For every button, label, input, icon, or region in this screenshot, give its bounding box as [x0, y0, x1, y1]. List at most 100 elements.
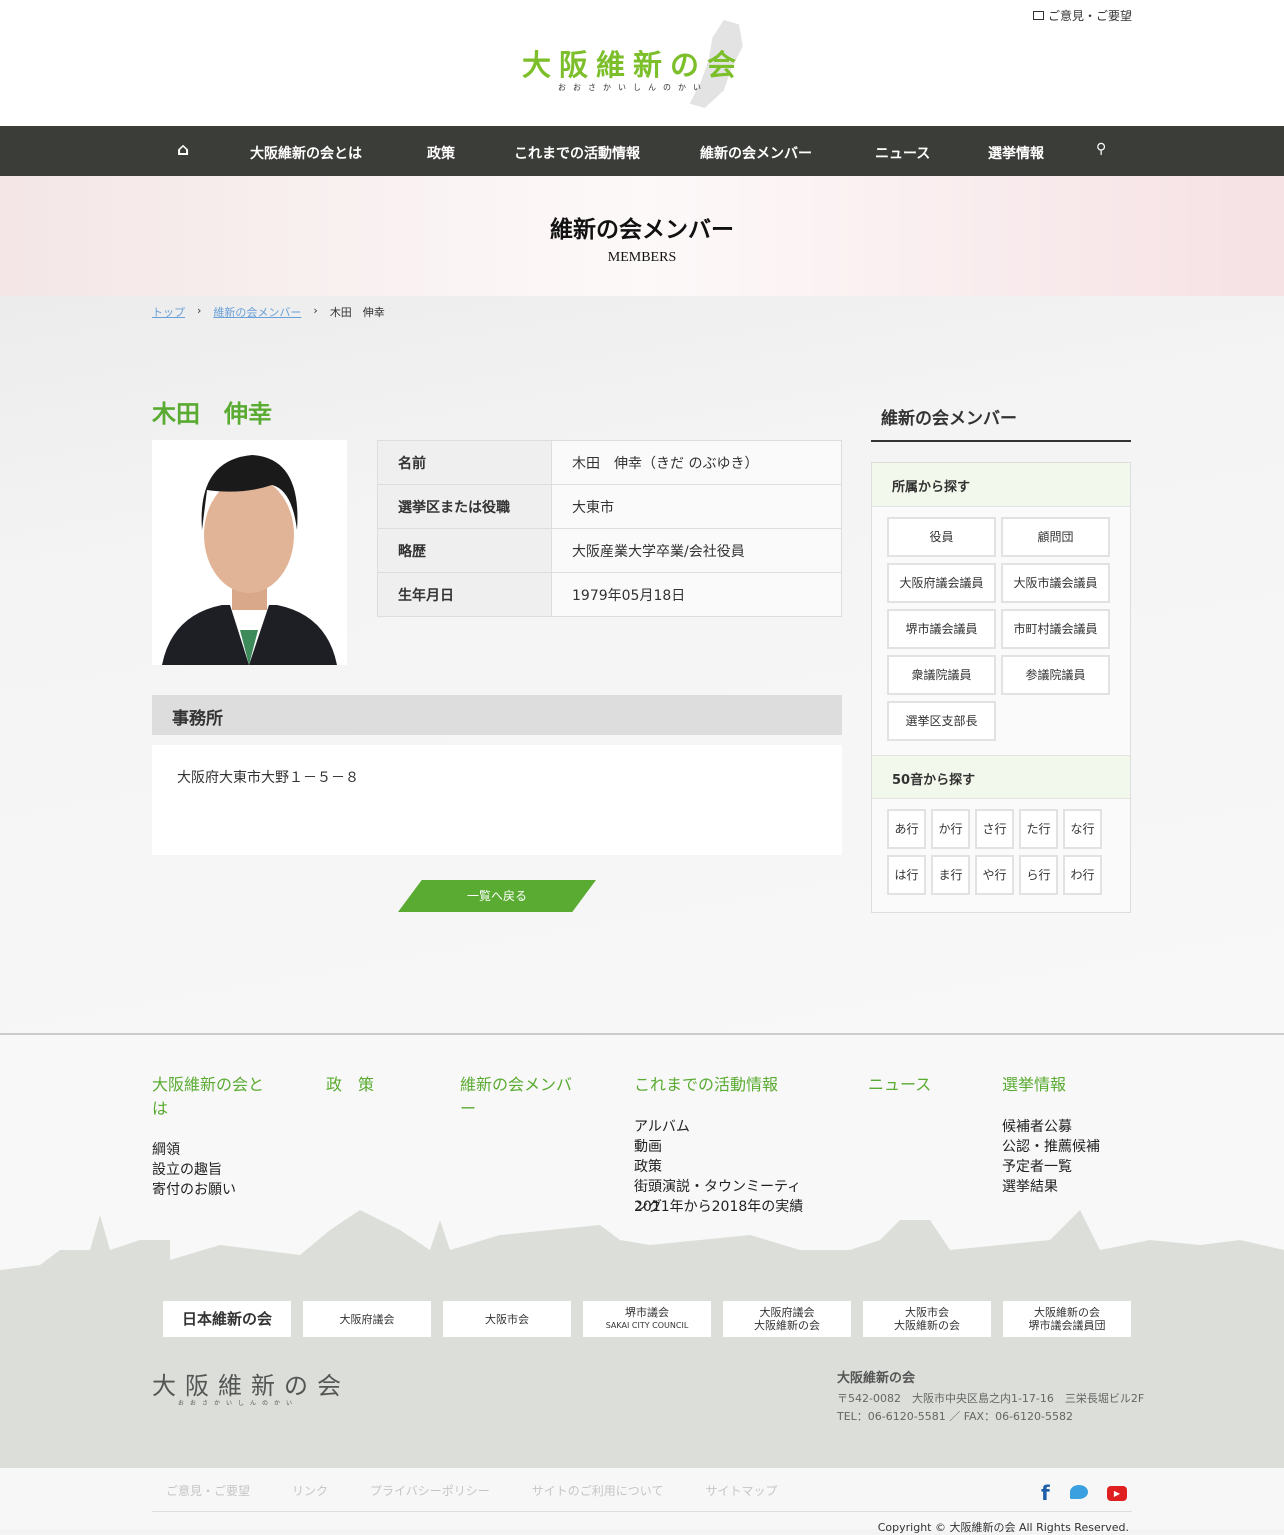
- banner-text: SAKAI CITY COUNCIL: [605, 1321, 689, 1330]
- breadcrumb-members[interactable]: 維新の会メンバー: [213, 304, 301, 320]
- kana-button[interactable]: ま行: [931, 855, 970, 895]
- banner-text: 堺市議会: [625, 1306, 669, 1319]
- city-skyline-illustration: [0, 1210, 1284, 1290]
- footer-logo-sub: おおさかいしんのかい: [178, 1400, 299, 1407]
- search-icon[interactable]: ⚲: [1096, 141, 1106, 157]
- home-icon[interactable]: ⌂: [177, 140, 189, 160]
- group-button[interactable]: 選挙区支部長: [887, 701, 996, 741]
- footer-col-title[interactable]: 政 策: [326, 1073, 406, 1097]
- banner-text: 大阪維新の会: [754, 1319, 820, 1332]
- nav-about[interactable]: 大阪維新の会とは: [250, 143, 362, 163]
- banner-text: 日本維新の会: [181, 1309, 272, 1328]
- group-search-heading: 所属から探す: [872, 463, 1130, 507]
- bottom-link[interactable]: サイトのご利用について: [532, 1482, 664, 1499]
- nav-policy[interactable]: 政策: [427, 143, 455, 163]
- kana-button[interactable]: や行: [975, 855, 1014, 895]
- row-value: 大東市: [551, 484, 842, 529]
- partner-banner[interactable]: 大阪府議会 大阪維新の会: [723, 1301, 851, 1337]
- group-button[interactable]: 大阪市議会議員: [1001, 563, 1110, 603]
- footer-link[interactable]: 公認・推薦候補: [1002, 1137, 1122, 1157]
- copyright: Copyright © 大阪維新の会 All Rights Reserved.: [877, 1521, 1129, 1534]
- org-name: 大阪維新の会: [837, 1371, 916, 1386]
- footer-col-title[interactable]: 選挙情報: [1002, 1073, 1122, 1097]
- footer-link[interactable]: 2011年から2018年の実績: [634, 1197, 804, 1217]
- site-logo[interactable]: 大阪維新の会 おおさかいしんのかい: [522, 20, 762, 110]
- nav-election[interactable]: 選挙情報: [988, 143, 1044, 163]
- feedback-link[interactable]: ご意見・ご要望: [1032, 7, 1132, 24]
- footer-link[interactable]: 選挙結果: [1002, 1177, 1122, 1197]
- banner-text: 大阪維新の会: [894, 1319, 960, 1332]
- bottom-link[interactable]: プライバシーポリシー: [370, 1482, 490, 1499]
- bottom-links: ご意見・ご要望 リンク プライバシーポリシー サイトのご利用について サイトマップ: [166, 1482, 777, 1499]
- breadcrumb-current: 木田 伸幸: [329, 306, 385, 319]
- banner-text: 大阪維新の会: [1034, 1306, 1100, 1319]
- bottom-link[interactable]: ご意見・ご要望: [166, 1482, 250, 1499]
- bottom-link[interactable]: サイトマップ: [705, 1482, 777, 1499]
- footer-col-title[interactable]: これまでの活動情報: [634, 1073, 804, 1097]
- banner-text: 大阪市会: [905, 1306, 949, 1319]
- kana-button[interactable]: わ行: [1063, 855, 1102, 895]
- group-buttons: 役員 顧問団 大阪府議会議員 大阪市議会議員 堺市議会議員 市町村議会議員 衆議院議員 参議院…: [872, 507, 1130, 755]
- twitter-icon[interactable]: [1070, 1485, 1088, 1499]
- address: 〒542-0082 大阪市中央区島之内1-17-16 三栄長堀ビル2F: [837, 1392, 1145, 1405]
- banner-text: 大阪府議会: [339, 1312, 395, 1326]
- logo-subtext: おおさかいしんのかい: [558, 83, 708, 92]
- back-to-list-button[interactable]: 一覧へ戻る: [398, 880, 596, 912]
- footer-link[interactable]: 動画: [634, 1137, 804, 1157]
- group-button[interactable]: 市町村議会議員: [1001, 609, 1110, 649]
- footer-link[interactable]: 綱領: [152, 1140, 272, 1160]
- kana-button[interactable]: さ行: [975, 809, 1014, 849]
- footer-col-title[interactable]: 大阪維新の会とは: [152, 1073, 272, 1121]
- nav-news[interactable]: ニュース: [875, 143, 930, 163]
- page-hero: 維新の会メンバー MEMBERS: [0, 176, 1284, 296]
- facebook-icon[interactable]: f: [1041, 1481, 1050, 1505]
- nav-members[interactable]: 維新の会メンバー: [700, 143, 812, 163]
- breadcrumb-top[interactable]: トップ: [152, 304, 185, 320]
- row-label: 略歴: [377, 528, 552, 573]
- group-button[interactable]: 役員: [887, 517, 996, 557]
- partner-banner[interactable]: 大阪府議会: [303, 1301, 431, 1337]
- row-value: 1979年05月18日: [551, 572, 842, 617]
- row-value: 木田 伸幸（きだ のぶゆき）: [551, 440, 842, 485]
- group-button[interactable]: 参議院議員: [1001, 655, 1110, 695]
- divider: [152, 1511, 1132, 1512]
- footer-col-title[interactable]: 維新の会メンバー: [460, 1073, 580, 1121]
- partner-banner[interactable]: 堺市議会 SAKAI CITY COUNCIL: [583, 1301, 711, 1337]
- nav-activities[interactable]: これまでの活動情報: [514, 143, 640, 163]
- youtube-icon[interactable]: ▶: [1107, 1486, 1127, 1501]
- breadcrumb: トップ › 維新の会メンバー › 木田 伸幸: [152, 304, 385, 320]
- partner-banner[interactable]: 大阪市会: [443, 1301, 571, 1337]
- footer-col-title[interactable]: ニュース: [868, 1073, 968, 1097]
- table-row: 名前 木田 伸幸（きだ のぶゆき）: [377, 440, 842, 485]
- kana-button[interactable]: あ行: [887, 809, 926, 849]
- partner-banner[interactable]: 大阪市会 大阪維新の会: [863, 1301, 991, 1337]
- group-button[interactable]: 顧問団: [1001, 517, 1110, 557]
- sidebar-title: 維新の会メンバー: [871, 392, 1131, 442]
- banner-text: 大阪府議会: [759, 1306, 815, 1319]
- page-title: 維新の会メンバー: [550, 217, 734, 243]
- kana-search-heading: 50音から探す: [872, 755, 1130, 799]
- footer-logo[interactable]: 大阪維新の会: [152, 1366, 350, 1401]
- group-button[interactable]: 堺市議会議員: [887, 609, 996, 649]
- kana-button[interactable]: た行: [1019, 809, 1058, 849]
- footer-link[interactable]: アルバム: [634, 1117, 804, 1137]
- group-button[interactable]: 衆議院議員: [887, 655, 996, 695]
- table-row: 略歴 大阪産業大学卒業/会社役員: [377, 528, 842, 573]
- footer-link[interactable]: 予定者一覧: [1002, 1157, 1122, 1177]
- footer-link[interactable]: 寄付のお願い: [152, 1180, 272, 1200]
- kana-button[interactable]: ら行: [1019, 855, 1058, 895]
- bottom-link[interactable]: リンク: [292, 1482, 328, 1499]
- partner-banner[interactable]: 大阪維新の会 堺市議会議員団: [1003, 1301, 1131, 1337]
- kana-button[interactable]: は行: [887, 855, 926, 895]
- main-nav: ⌂ 大阪維新の会とは 政策 これまでの活動情報 維新の会メンバー ニュース 選挙…: [0, 126, 1284, 176]
- banner-text: 堺市議会議員団: [1028, 1319, 1106, 1332]
- partner-banner[interactable]: 日本維新の会: [163, 1301, 291, 1337]
- member-photo: [152, 440, 347, 665]
- footer-link[interactable]: 政策: [634, 1157, 804, 1177]
- footer-link[interactable]: 設立の趣旨: [152, 1160, 272, 1180]
- group-button[interactable]: 大阪府議会議員: [887, 563, 996, 603]
- footer-link[interactable]: 候補者公募: [1002, 1117, 1122, 1137]
- kana-button[interactable]: な行: [1063, 809, 1102, 849]
- office-address: 大阪府大東市大野１－５－８: [152, 745, 842, 855]
- kana-button[interactable]: か行: [931, 809, 970, 849]
